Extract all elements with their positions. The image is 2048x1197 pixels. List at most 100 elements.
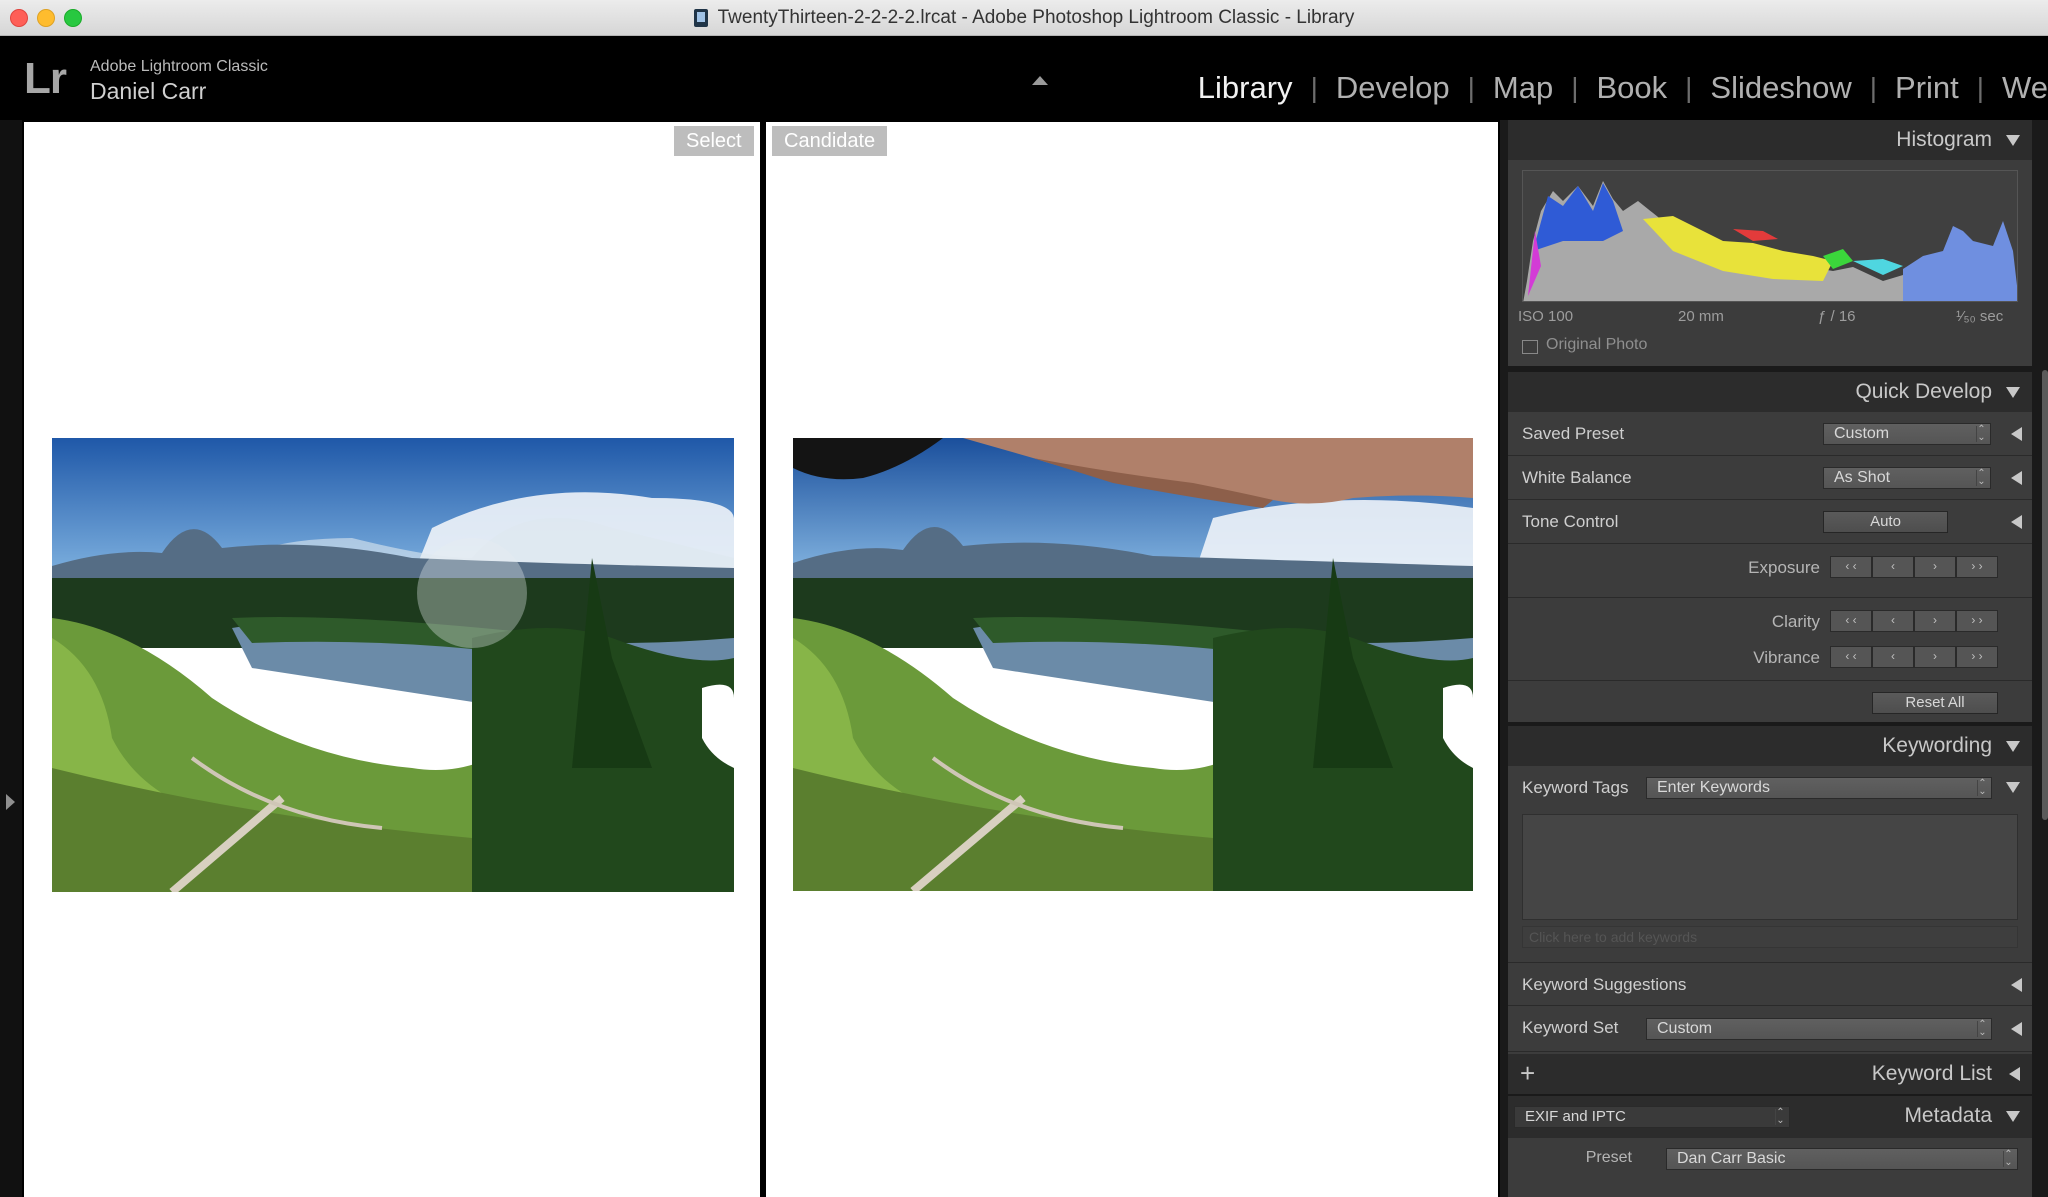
module-separator: | (1685, 72, 1693, 103)
module-library[interactable]: Library (1180, 70, 1311, 106)
expand-triangle-icon[interactable] (2011, 1022, 2022, 1036)
metadata-mode-dropdown[interactable]: EXIF and IPTC ⌃ ⌄ (1514, 1106, 1790, 1128)
tone-control-label: Tone Control (1522, 512, 1619, 531)
original-photo-checkbox[interactable] (1522, 340, 1538, 354)
expand-triangle-icon[interactable] (2011, 515, 2022, 529)
module-book[interactable]: Book (1578, 70, 1685, 106)
tone-control-row: Tone Control Auto (1508, 500, 2032, 544)
keyword-list-title: Keyword List (1871, 1062, 1992, 1085)
select-photo-image (52, 438, 734, 892)
window-title: TwentyThirteen-2-2-2-2.lrcat - Adobe Pho… (717, 7, 1355, 28)
keyword-suggestions-row[interactable]: Keyword Suggestions (1508, 962, 2032, 1006)
left-panel-collapsed (0, 120, 22, 1197)
module-list: Library | Develop | Map | Book | Slidesh… (1180, 70, 2048, 106)
select-photo[interactable] (52, 438, 734, 892)
metadata-mode-value: EXIF and IPTC (1525, 1108, 1626, 1125)
exif-focal-length: 20 mm (1678, 308, 1724, 325)
dropdown-arrows-icon: ⌃ ⌄ (1976, 424, 1986, 443)
clarity-decrease-large-button[interactable]: ‹ ‹ (1830, 610, 1872, 632)
histogram-section: ISO 100 20 mm ƒ / 16 ¹⁄₅₀ sec Original P… (1508, 160, 2032, 366)
keyword-set-label: Keyword Set (1522, 1018, 1619, 1037)
module-separator: | (1869, 72, 1878, 103)
add-keywords-field[interactable]: Click here to add keywords (1522, 926, 2018, 948)
histogram-svg (1523, 181, 2017, 301)
compare-select-pane[interactable]: Select (24, 122, 760, 1197)
module-separator: | (1467, 72, 1475, 103)
reset-all-button[interactable]: Reset All (1872, 692, 1998, 714)
clarity-buttons: ‹ ‹ ‹ › › › (1830, 610, 1998, 632)
keywording-section: Keyword Tags Enter Keywords ⌃ ⌄ Click her… (1508, 766, 2032, 1084)
keyword-set-dropdown[interactable]: Custom ⌃ ⌄ (1646, 1018, 1992, 1040)
module-print[interactable]: Print (1877, 70, 1977, 106)
keyword-text-area[interactable] (1522, 814, 2018, 920)
left-panel-toggle-icon[interactable] (6, 794, 15, 810)
select-label: Select (674, 126, 754, 156)
expand-triangle-icon[interactable] (2011, 427, 2022, 441)
module-slideshow[interactable]: Slideshow (1692, 70, 1869, 106)
candidate-photo-image (793, 438, 1473, 891)
clarity-increase-large-button[interactable]: › › (1956, 610, 1998, 632)
right-panel-scrollbar[interactable] (2042, 370, 2048, 820)
vibrance-label: Vibrance (1753, 648, 1820, 667)
keyword-list-header[interactable]: + Keyword List (1508, 1054, 2032, 1094)
exposure-increase-large-button[interactable]: › › (1956, 556, 1998, 578)
identity-plate-app: Adobe Lightroom Classic (90, 58, 268, 75)
exposure-row: Exposure ‹ ‹ ‹ › › › (1508, 544, 2032, 598)
expand-triangle-icon[interactable] (2011, 978, 2022, 992)
vibrance-decrease-large-button[interactable]: ‹ ‹ (1830, 646, 1872, 668)
dropdown-arrows-icon: ⌃ ⌄ (1977, 1019, 1987, 1038)
keyword-suggestions-label: Keyword Suggestions (1522, 975, 1687, 994)
module-web[interactable]: We (1984, 70, 2048, 106)
dropdown-arrows-icon: ⌃ ⌄ (1977, 778, 1987, 797)
module-picker-bar: Lr Adobe Lightroom Classic Daniel Carr L… (0, 36, 2048, 120)
auto-tone-button[interactable]: Auto (1823, 511, 1948, 533)
module-develop[interactable]: Develop (1318, 70, 1468, 106)
exif-shutter: ¹⁄₅₀ sec (1956, 308, 2004, 325)
white-balance-dropdown[interactable]: As Shot ⌃ ⌄ (1823, 467, 1991, 489)
vibrance-increase-button[interactable]: › (1914, 646, 1956, 668)
saved-preset-row: Saved Preset Custom ⌃ ⌄ (1508, 412, 2032, 456)
exposure-increase-button[interactable]: › (1914, 556, 1956, 578)
clarity-decrease-button[interactable]: ‹ (1872, 610, 1914, 632)
keyword-tags-dropdown[interactable]: Enter Keywords ⌃ ⌄ (1646, 777, 1992, 799)
collapse-triangle-icon (2006, 741, 2020, 752)
dropdown-arrows-icon: ⌃ ⌄ (2003, 1149, 2013, 1168)
divider (1508, 680, 2032, 681)
compare-candidate-pane[interactable]: Candidate (766, 122, 1498, 1197)
exposure-decrease-button[interactable]: ‹ (1872, 556, 1914, 578)
histogram-title: Histogram (1896, 128, 1992, 151)
exposure-decrease-large-button[interactable]: ‹ ‹ (1830, 556, 1872, 578)
vibrance-buttons: ‹ ‹ ‹ › › › (1830, 646, 1998, 668)
vibrance-increase-large-button[interactable]: › › (1956, 646, 1998, 668)
collapse-triangle-icon (2006, 387, 2020, 398)
saved-preset-dropdown[interactable]: Custom ⌃ ⌄ (1823, 423, 1991, 445)
top-panel-toggle-icon[interactable] (1032, 76, 1048, 85)
keyword-tags-label: Keyword Tags (1522, 778, 1629, 797)
quick-develop-header[interactable]: Quick Develop (1508, 372, 2032, 412)
candidate-photo[interactable] (793, 438, 1473, 891)
module-separator: | (1310, 72, 1318, 103)
exposure-label: Exposure (1748, 558, 1820, 577)
white-balance-value: As Shot (1834, 469, 1891, 486)
keyword-set-row: Keyword Set Custom ⌃ ⌄ (1508, 1006, 2032, 1052)
module-separator: | (1976, 72, 1985, 103)
metadata-title[interactable]: Metadata (1904, 1104, 1992, 1128)
metadata-preset-dropdown[interactable]: Dan Carr Basic ⌃ ⌄ (1666, 1148, 2018, 1170)
clarity-increase-button[interactable]: › (1914, 610, 1956, 632)
collapse-triangle-icon[interactable] (2006, 1111, 2020, 1122)
histogram-header[interactable]: Histogram (1508, 120, 2032, 160)
quick-develop-section: Saved Preset Custom ⌃ ⌄ White Balance As … (1508, 412, 2032, 722)
expand-triangle-icon[interactable] (2011, 471, 2022, 485)
vibrance-decrease-button[interactable]: ‹ (1872, 646, 1914, 668)
saved-preset-value: Custom (1834, 425, 1890, 442)
keywording-header[interactable]: Keywording (1508, 726, 2032, 766)
histogram-graph[interactable] (1522, 170, 2018, 302)
keyword-tags-value: Enter Keywords (1657, 779, 1770, 796)
exposure-buttons: ‹ ‹ ‹ › › › (1830, 556, 1998, 578)
add-keyword-button[interactable]: + (1520, 1058, 1535, 1089)
metadata-header: EXIF and IPTC ⌃ ⌄ Metadata (1508, 1096, 2032, 1138)
lightroom-logo: Lr (24, 54, 67, 103)
collapse-triangle-icon[interactable] (2006, 782, 2020, 793)
module-map[interactable]: Map (1475, 70, 1571, 106)
metadata-section: Preset Dan Carr Basic ⌃ ⌄ (1508, 1138, 2032, 1197)
